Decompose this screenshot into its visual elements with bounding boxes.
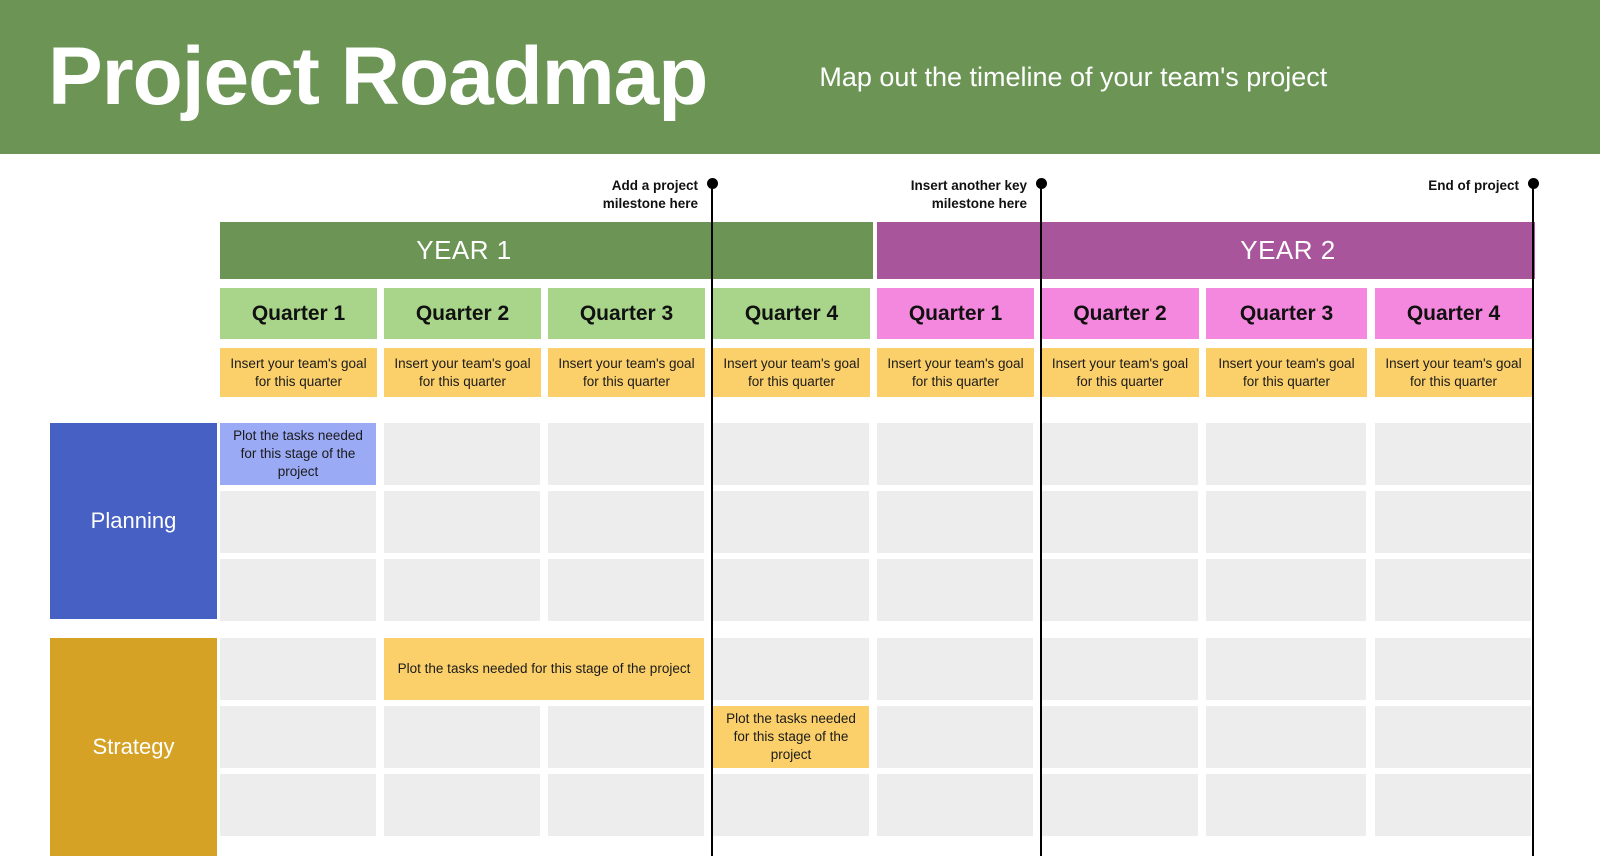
grid-cell [1041,706,1198,768]
grid-cell [1206,774,1366,836]
grid-cell [1206,706,1366,768]
milestone-label: End of project [1428,178,1519,193]
grid-cell [1375,559,1531,621]
quarter-header-5: Quarter 1 [877,288,1034,339]
quarter-header-3: Quarter 3 [548,288,705,339]
milestone-3[interactable]: End of project [0,176,1539,194]
grid-cell [384,559,540,621]
grid-cell [384,774,540,836]
grid-cell [548,774,704,836]
swimlane-label-strategy: Strategy [50,638,217,856]
grid-cell [713,423,869,485]
page-title: Project Roadmap [48,31,708,122]
task-card-strategy-2[interactable]: Plot the tasks needed for this stage of … [713,706,869,768]
milestone-line-2 [1040,186,1042,856]
grid-cell [877,559,1033,621]
grid-cell [1206,423,1366,485]
grid-cell [877,706,1033,768]
grid-cell [384,423,540,485]
quarter-goal-7[interactable]: Insert your team's goal for this quarter [1206,348,1367,397]
page-header: Project Roadmap Map out the timeline of … [0,0,1600,154]
grid-cell [1041,423,1198,485]
milestone-dot-icon [1528,178,1539,189]
quarter-goal-1[interactable]: Insert your team's goal for this quarter [220,348,377,397]
grid-cell [1375,638,1531,700]
milestone-line-1 [711,186,713,856]
grid-cell [1041,491,1198,553]
grid-cell [220,638,376,700]
grid-cell [1041,559,1198,621]
grid-cell [1375,491,1531,553]
milestone-line-3 [1532,186,1534,856]
quarter-header-6: Quarter 2 [1041,288,1199,339]
task-card-strategy-1[interactable]: Plot the tasks needed for this stage of … [384,638,704,700]
roadmap-page: Project Roadmap Map out the timeline of … [0,0,1600,856]
quarter-goal-4[interactable]: Insert your team's goal for this quarter [713,348,870,397]
grid-cell [1375,774,1531,836]
quarter-goal-5[interactable]: Insert your team's goal for this quarter [877,348,1034,397]
grid-cell [1375,423,1531,485]
quarter-header-7: Quarter 3 [1206,288,1367,339]
grid-cell [548,706,704,768]
grid-cell [1041,774,1198,836]
quarter-goal-2[interactable]: Insert your team's goal for this quarter [384,348,541,397]
grid-cell [548,423,704,485]
swimlane-label-planning: Planning [50,423,217,619]
quarter-header-8: Quarter 4 [1375,288,1532,339]
grid-cell [384,706,540,768]
grid-cell [220,559,376,621]
year-bar-1: YEAR 1 [220,222,873,279]
grid-cell [1206,638,1366,700]
grid-cell [877,774,1033,836]
page-subtitle: Map out the timeline of your team's proj… [819,61,1328,92]
grid-cell [877,491,1033,553]
grid-cell [548,491,704,553]
grid-cell [384,491,540,553]
grid-cell [548,559,704,621]
quarter-goal-8[interactable]: Insert your team's goal for this quarter [1375,348,1532,397]
grid-cell [713,559,869,621]
grid-cell [220,774,376,836]
grid-cell [220,706,376,768]
grid-cell [220,491,376,553]
grid-cell [1206,491,1366,553]
grid-cell [713,774,869,836]
grid-cell [713,491,869,553]
grid-cell [1206,559,1366,621]
grid-cell [877,638,1033,700]
quarter-goal-3[interactable]: Insert your team's goal for this quarter [548,348,705,397]
task-card-planning-1[interactable]: Plot the tasks needed for this stage of … [220,423,376,485]
quarter-header-1: Quarter 1 [220,288,377,339]
quarter-header-2: Quarter 2 [384,288,541,339]
grid-cell [1041,638,1198,700]
grid-cell [877,423,1033,485]
grid-cell [1375,706,1531,768]
quarter-goal-6[interactable]: Insert your team's goal for this quarter [1041,348,1199,397]
quarter-header-4: Quarter 4 [713,288,870,339]
grid-cell [713,638,869,700]
year-bar-2: YEAR 2 [877,222,1535,279]
